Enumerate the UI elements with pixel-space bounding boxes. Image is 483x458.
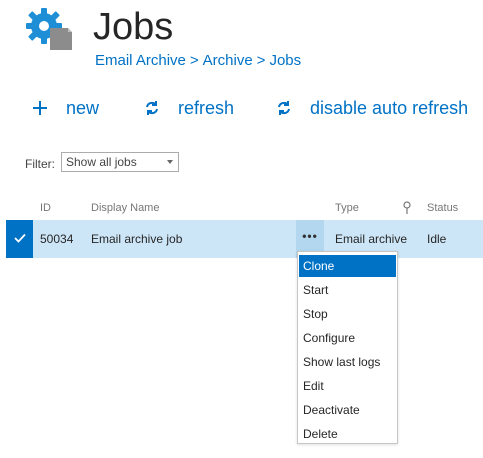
- disable-auto-refresh-button[interactable]: disable auto refresh: [276, 96, 468, 120]
- breadcrumb-jobs[interactable]: Jobs: [269, 52, 301, 69]
- filter-label: Filter:: [25, 157, 55, 171]
- breadcrumb-archive[interactable]: Archive: [203, 52, 253, 69]
- auto-refresh-icon: [276, 100, 292, 116]
- disable-auto-refresh-label: disable auto refresh: [310, 97, 469, 118]
- new-button-label: new: [66, 97, 100, 118]
- refresh-button[interactable]: refresh: [144, 96, 234, 120]
- row-status: Idle: [427, 232, 447, 246]
- plus-icon: [32, 100, 48, 116]
- column-header-type[interactable]: Type: [335, 202, 359, 214]
- menu-item-configure[interactable]: Configure: [299, 327, 396, 349]
- menu-item-delete[interactable]: Delete: [299, 423, 396, 445]
- row-context-menu: Clone Start Stop Configure Show last log…: [297, 251, 398, 444]
- menu-item-deactivate[interactable]: Deactivate: [299, 399, 396, 421]
- menu-item-show-last-logs[interactable]: Show last logs: [299, 351, 396, 373]
- row-select-checkbox[interactable]: [6, 220, 33, 258]
- breadcrumb-email-archive[interactable]: Email Archive: [95, 52, 186, 69]
- new-button[interactable]: new: [32, 96, 99, 120]
- filter-value: Show all jobs: [66, 155, 137, 169]
- menu-item-clone[interactable]: Clone: [299, 255, 396, 277]
- menu-item-edit[interactable]: Edit: [299, 375, 396, 397]
- table-row[interactable]: [6, 220, 483, 258]
- filter-dropdown[interactable]: Show all jobs: [61, 152, 179, 172]
- page-title: Jobs: [93, 6, 174, 48]
- row-display-name[interactable]: Email archive job: [91, 232, 182, 246]
- column-header-display-name[interactable]: Display Name: [91, 202, 159, 214]
- column-header-id[interactable]: ID: [40, 202, 51, 214]
- column-header-status[interactable]: Status: [427, 202, 458, 214]
- refresh-button-label: refresh: [178, 97, 235, 118]
- row-type: Email archive: [335, 232, 408, 246]
- jobs-logo-icon: [24, 6, 76, 52]
- breadcrumb-separator: >: [256, 52, 266, 69]
- row-id: 50034: [40, 232, 74, 246]
- menu-item-start[interactable]: Start: [299, 279, 396, 301]
- breadcrumb: Email Archive > Archive > Jobs: [95, 52, 301, 69]
- menu-item-stop[interactable]: Stop: [299, 303, 396, 325]
- breadcrumb-separator: >: [189, 52, 199, 69]
- chevron-down-icon: [167, 160, 173, 164]
- checkmark-icon: [13, 230, 26, 248]
- filter-pin-icon[interactable]: [401, 201, 413, 215]
- refresh-icon: [144, 100, 160, 116]
